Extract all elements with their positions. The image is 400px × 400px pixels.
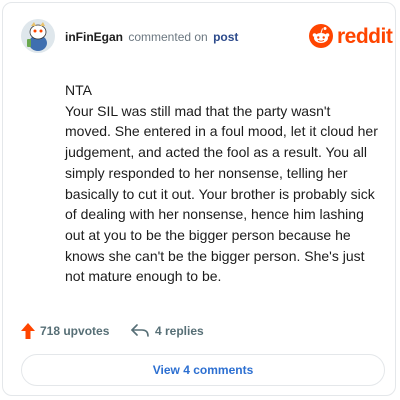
reddit-logo-icon bbox=[309, 24, 333, 48]
comment-paragraph: Your SIL was still mad that the party wa… bbox=[65, 102, 378, 285]
comment-byline: inFinEgan commented on post bbox=[65, 29, 238, 45]
author-username[interactable]: inFinEgan bbox=[65, 30, 123, 44]
reply-button[interactable]: 4 replies bbox=[131, 321, 204, 341]
upvote-count: 718 upvotes bbox=[40, 324, 110, 338]
comment-card: inFinEgan commented on post reddit NTA Y… bbox=[2, 2, 396, 396]
action-text: commented on bbox=[128, 30, 208, 44]
comment-paragraph: NTA bbox=[65, 82, 92, 98]
comment-actions: 718 upvotes 4 replies bbox=[21, 321, 381, 341]
reply-count: 4 replies bbox=[155, 324, 204, 338]
upvote-arrow-icon bbox=[21, 323, 35, 339]
reddit-wordmark: reddit bbox=[337, 25, 393, 48]
post-link[interactable]: post bbox=[213, 30, 238, 44]
comment-header: inFinEgan commented on post reddit bbox=[21, 19, 393, 59]
snoo-avatar-icon[interactable] bbox=[21, 19, 55, 53]
view-comments-button[interactable]: View 4 comments bbox=[21, 354, 385, 386]
upvote-button[interactable]: 718 upvotes bbox=[21, 321, 109, 341]
reply-arrow-icon bbox=[131, 324, 149, 337]
comment-body: NTA Your SIL was still mad that the part… bbox=[65, 80, 380, 287]
reddit-brand[interactable]: reddit bbox=[309, 22, 393, 52]
